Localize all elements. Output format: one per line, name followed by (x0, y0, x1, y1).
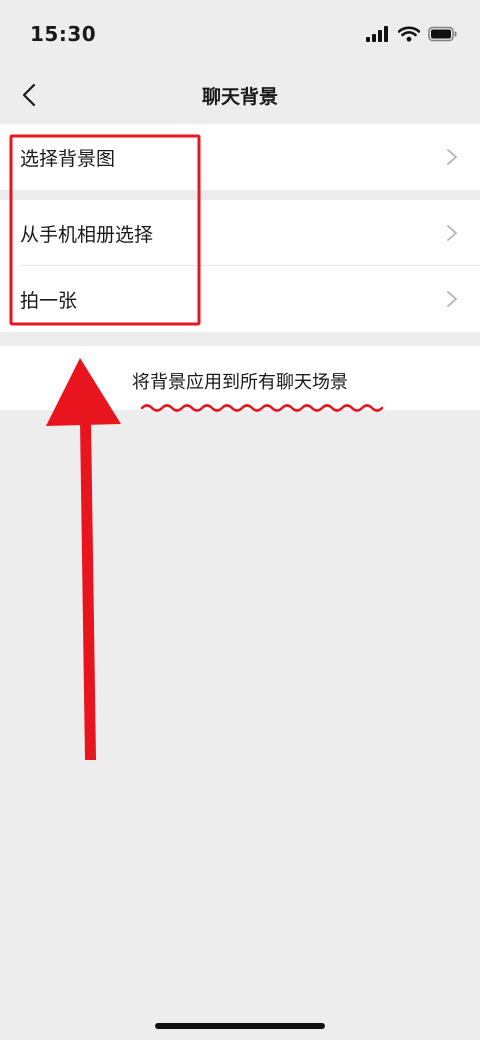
status-time: 15:30 (30, 22, 97, 46)
menu-group-1: 选择背景图 (0, 124, 480, 190)
chevron-right-icon (447, 149, 457, 165)
battery-icon (428, 26, 457, 42)
apply-to-all-chats-button[interactable]: 将背景应用到所有聊天场景 (0, 346, 480, 410)
menu-item-label: 从手机相册选择 (20, 224, 154, 246)
status-icons (366, 26, 458, 42)
menu-item-choose-background[interactable]: 选择背景图 (0, 124, 480, 190)
menu-group-2: 从手机相册选择 拍一张 (0, 200, 480, 332)
pointing-arrow (46, 358, 121, 760)
menu-item-label: 拍一张 (20, 290, 78, 312)
cellular-signal-icon (366, 26, 388, 42)
wifi-icon (398, 26, 420, 42)
nav-bar: 聊天背景 (0, 70, 480, 120)
status-bar: 15:30 (0, 0, 480, 70)
menu-item-take-photo[interactable]: 拍一张 (0, 266, 480, 332)
chevron-right-icon (447, 225, 457, 241)
home-indicator (155, 1023, 325, 1029)
apply-to-all-chats-label: 将背景应用到所有聊天场景 (132, 372, 348, 393)
menu-item-choose-from-album[interactable]: 从手机相册选择 (0, 200, 480, 266)
chevron-right-icon (447, 291, 457, 307)
page-title: 聊天背景 (201, 86, 278, 108)
menu-item-label: 选择背景图 (20, 148, 116, 170)
